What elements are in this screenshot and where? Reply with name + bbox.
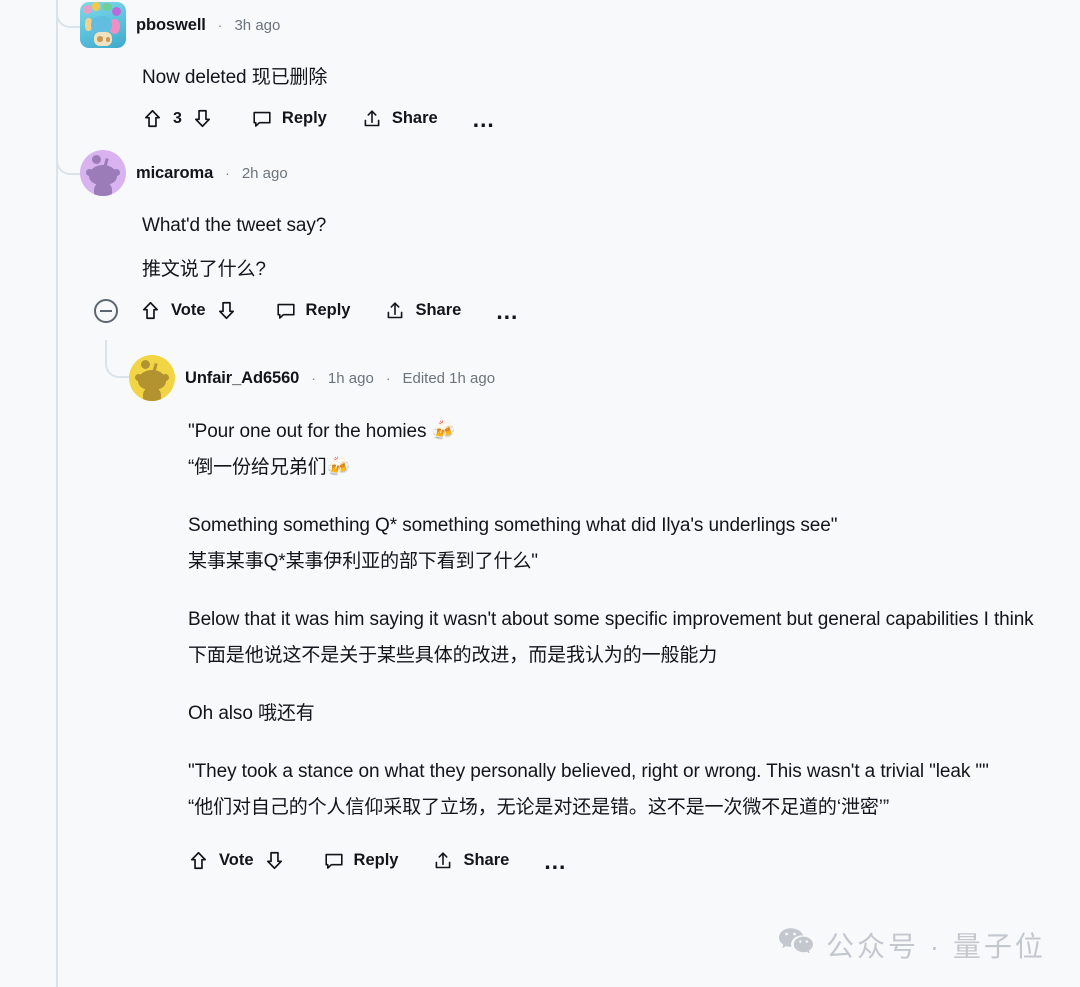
meta-separator: · (225, 165, 230, 181)
watermark-text: 公众号 · 量子位 (826, 931, 1046, 962)
vote-count: 3 (173, 109, 182, 127)
comment-actions: Vote Reply Share … (188, 844, 1064, 878)
reply-button[interactable]: Reply (323, 850, 399, 872)
comment-actions: 3 Reply Share … (142, 102, 1060, 136)
share-icon (432, 850, 454, 872)
comment-author[interactable]: Unfair_Ad6560 (185, 369, 299, 388)
share-label: Share (391, 109, 438, 128)
reply-button[interactable]: Reply (251, 108, 327, 130)
comment-bubble-icon (251, 108, 273, 130)
downvote-icon[interactable] (216, 300, 237, 321)
snoo-icon (80, 150, 126, 196)
comment-author[interactable]: micaroma (136, 164, 213, 183)
comment-paragraph: Something something Q* something somethi… (188, 514, 838, 536)
avatar[interactable] (80, 150, 126, 196)
share-button[interactable]: Share (432, 850, 509, 872)
share-button[interactable]: Share (361, 108, 438, 130)
vote-group: Vote (188, 850, 285, 871)
meta-separator: · (217, 17, 223, 33)
comment-paragraph: "Pour one out for the homies 🍻 (188, 421, 456, 442)
reply-label: Reply (281, 109, 327, 128)
comment-header: Unfair_Ad6560 · 1h ago · Edited 1h ago (129, 355, 1064, 401)
comment-paragraph: Now deleted 现已删除 (142, 67, 328, 88)
comment-micaroma: micaroma · 2h ago What'd the tweet say? … (80, 150, 1060, 328)
comment-paragraph: What'd the tweet say? (142, 215, 327, 236)
meta-separator-2: · (385, 370, 391, 386)
avatar[interactable] (129, 355, 175, 401)
upvote-icon[interactable] (188, 850, 209, 871)
meta-separator: · (311, 370, 316, 386)
comment-paragraph: Oh also 哦还有 (188, 702, 315, 724)
reply-label: Reply (353, 851, 399, 870)
downvote-icon[interactable] (264, 850, 285, 871)
more-options-icon[interactable]: … (495, 299, 520, 322)
avatar[interactable] (80, 2, 126, 48)
upvote-icon[interactable] (142, 108, 163, 129)
comment-paragraph-translated: 下面是他说这不是关于某些具体的改进，而是我认为的一般能力 (188, 644, 718, 666)
comment-pboswell: pboswell · 3h ago Now deleted 现已删除 3 Rep… (80, 2, 1060, 136)
collapse-thread-button[interactable] (94, 298, 118, 323)
comment-paragraph: "They took a stance on what they persona… (188, 760, 989, 782)
comment-body: What'd the tweet say? 推文说了什么? (142, 213, 1060, 284)
share-icon (361, 108, 383, 130)
comment-paragraph-translated: “他们对自己的个人信仰采取了立场，无论是对还是错。这不是一次微不足道的‘泄密’” (188, 796, 890, 818)
share-label: Share (415, 301, 462, 320)
share-button[interactable]: Share (384, 300, 461, 322)
upvote-icon[interactable] (140, 300, 161, 321)
more-options-icon[interactable]: … (543, 849, 568, 872)
reply-label: Reply (305, 301, 351, 320)
wechat-icon (778, 927, 814, 964)
share-icon (384, 300, 406, 322)
comment-edited-label: Edited 1h ago (402, 369, 496, 387)
more-options-icon[interactable]: … (472, 107, 497, 130)
comment-timestamp: 2h ago (241, 164, 288, 182)
nft-avatar-art (80, 2, 126, 48)
comment-timestamp: 1h ago (327, 369, 374, 387)
vote-group: Vote (140, 300, 237, 321)
share-label: Share (463, 851, 510, 870)
comment-body: Now deleted 现已删除 (142, 65, 1060, 92)
vote-label[interactable]: Vote (219, 851, 254, 870)
comment-actions: Vote Reply Share … (94, 294, 1060, 328)
downvote-icon[interactable] (192, 108, 213, 129)
comment-bubble-icon (275, 300, 297, 322)
reddit-comment-thread: pboswell · 3h ago Now deleted 现已删除 3 Rep… (0, 0, 1080, 987)
comment-unfair-ad6560: Unfair_Ad6560 · 1h ago · Edited 1h ago "… (129, 355, 1064, 878)
comment-paragraph-translated: 推文说了什么? (142, 258, 266, 280)
comment-paragraph-translated: “倒一份给兄弟们🍻 (188, 456, 351, 478)
reply-button[interactable]: Reply (275, 300, 351, 322)
comment-bubble-icon (323, 850, 345, 872)
comment-paragraph: Below that it was him saying it wasn't a… (188, 608, 1034, 630)
watermark: 公众号 · 量子位 (778, 925, 1046, 965)
comment-timestamp: 3h ago (234, 16, 281, 34)
snoo-icon (129, 355, 175, 401)
comment-header: pboswell · 3h ago (80, 2, 1060, 48)
comment-body: "Pour one out for the homies 🍻 “倒一份给兄弟们🍻… (188, 419, 1063, 822)
comment-author[interactable]: pboswell (136, 16, 206, 35)
vote-group: 3 (142, 108, 213, 129)
comment-header: micaroma · 2h ago (80, 150, 1060, 196)
vote-label[interactable]: Vote (171, 301, 206, 320)
comment-paragraph-translated: 某事某事Q*某事伊利亚的部下看到了什么" (188, 550, 538, 572)
